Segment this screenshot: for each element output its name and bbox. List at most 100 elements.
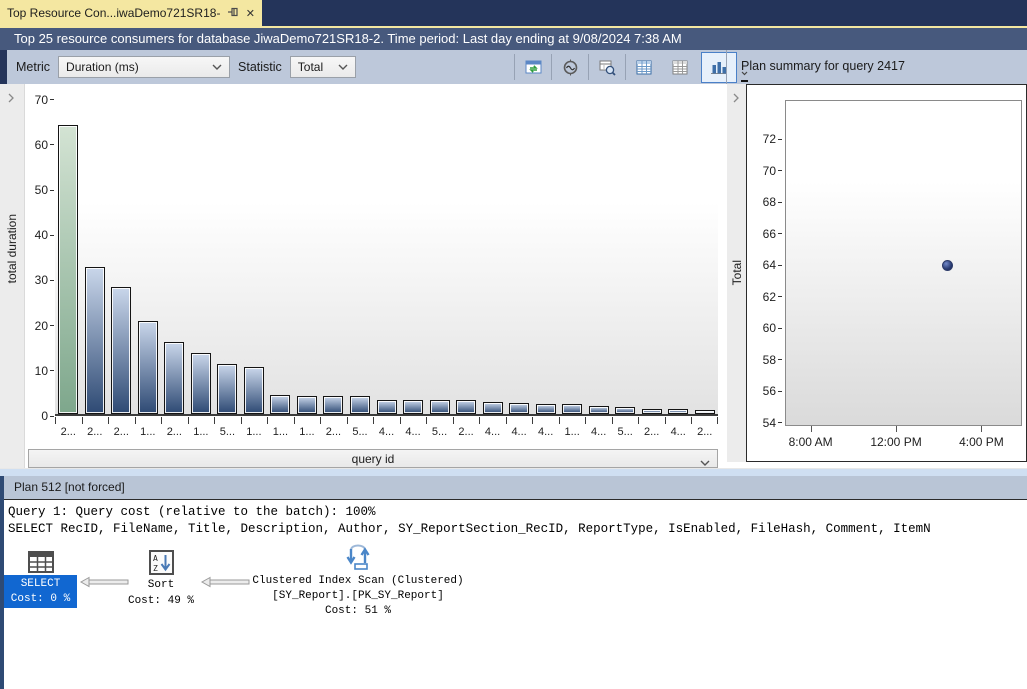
x-category-label: 1...	[140, 426, 156, 438]
plan-summary-plot	[785, 100, 1022, 426]
bar-query[interactable]	[562, 404, 583, 414]
x-tick	[214, 417, 216, 424]
bar-query[interactable]	[403, 400, 424, 414]
execution-plan-diagram: SELECT Cost: 0 % AZ Sort Cost: 49 % Clus…	[0, 540, 1027, 689]
x-tick	[373, 417, 375, 424]
tab-bar: Top Resource Con...iwaDemo721SR18-2] ✕	[0, 0, 1027, 26]
x-category-label: 4...	[591, 426, 607, 438]
x-category-label: 1...	[246, 426, 262, 438]
metric-dropdown[interactable]: Duration (ms)	[58, 56, 231, 78]
bar-selected-query[interactable]	[58, 124, 79, 414]
chevron-down-icon	[330, 64, 348, 71]
bar-query[interactable]	[668, 409, 689, 414]
bar-query[interactable]	[429, 400, 450, 414]
scan-node-label: Clustered Index Scan (Clustered)	[252, 575, 464, 587]
bar-query[interactable]	[243, 367, 264, 414]
query-select-line: SELECT RecID, FileName, Title, Descripti…	[8, 522, 931, 536]
y-tick-label: 20	[35, 318, 54, 334]
x-tick	[134, 417, 136, 424]
bar-query[interactable]	[482, 401, 503, 414]
bar-query[interactable]	[376, 399, 397, 414]
x-category-label: 1...	[193, 426, 209, 438]
bar-query[interactable]	[641, 408, 662, 414]
statistic-dropdown[interactable]: Total	[289, 56, 356, 78]
clustered-index-scan-icon[interactable]	[344, 541, 372, 575]
bar-query[interactable]	[164, 341, 185, 414]
x-tick	[161, 417, 163, 424]
bar-query[interactable]	[270, 394, 291, 414]
bar-query[interactable]	[296, 395, 317, 414]
x-category-label: 4...	[484, 426, 501, 438]
grid-with-values-button[interactable]	[629, 54, 659, 81]
x-tick	[267, 417, 269, 424]
sort-node[interactable]: Sort	[125, 579, 197, 591]
query-store-window: Top Resource Con...iwaDemo721SR18-2] ✕ T…	[0, 0, 1027, 689]
y-tick-label: 62	[747, 289, 782, 305]
x-axis-dropdown[interactable]: query id	[28, 449, 718, 468]
report-header: Top 25 resource consumers for database J…	[0, 28, 1027, 50]
bar-query[interactable]	[456, 400, 477, 414]
bar-query[interactable]	[84, 267, 105, 414]
y-tick-label: 54	[747, 415, 782, 431]
select-node[interactable]: SELECT Cost: 0 %	[4, 575, 77, 608]
bar-query[interactable]	[694, 409, 715, 414]
x-category-label: 5...	[617, 426, 633, 438]
consumers-bar-chart	[55, 88, 718, 416]
toolbar-separator	[551, 54, 552, 80]
x-tick	[346, 417, 348, 424]
bar-query[interactable]	[111, 287, 132, 414]
x-tick	[399, 417, 401, 424]
sort-node-cost: Cost: 49 %	[127, 595, 194, 607]
x-tick	[452, 417, 454, 424]
scan-node[interactable]: Clustered Index Scan (Clustered)	[247, 575, 469, 587]
report-title: Top 25 resource consumers for database J…	[14, 31, 682, 46]
bar-query[interactable]	[615, 406, 636, 414]
refresh-button[interactable]	[518, 54, 548, 81]
view-plan-summary-button[interactable]	[592, 54, 622, 81]
toolbar-separator	[588, 54, 589, 80]
x-category-label: 2...	[697, 426, 713, 438]
right-y-axis-title-wrap: Total	[727, 84, 746, 462]
svg-text:A: A	[153, 554, 158, 563]
x-tick	[810, 426, 812, 432]
metric-label: Metric	[16, 60, 51, 74]
y-tick-label: 64	[747, 257, 782, 273]
x-category-label: 4...	[511, 426, 527, 438]
bar-query[interactable]	[509, 403, 530, 414]
pin-icon[interactable]	[227, 6, 239, 21]
sort-icon[interactable]: AZ	[149, 550, 174, 579]
track-query-icon	[563, 59, 577, 75]
bar-query[interactable]	[137, 321, 158, 414]
x-category-label: 2...	[644, 426, 660, 438]
bar-query[interactable]	[349, 396, 370, 414]
bar-query[interactable]	[323, 395, 344, 414]
grid-icon	[672, 60, 688, 74]
x-category-label: 1...	[564, 426, 580, 438]
toolbar-separator	[625, 54, 626, 80]
grid-button[interactable]	[665, 54, 695, 81]
y-tick-label: 60	[35, 137, 54, 153]
x-category-label: 1...	[272, 426, 289, 438]
query-cost-line: Query 1: Query cost (relative to the bat…	[8, 505, 376, 519]
left-collapse-strip[interactable]: total duration	[0, 84, 25, 468]
x-category-label: 4...	[405, 426, 421, 438]
right-collapse-strip[interactable]: Total	[727, 84, 746, 462]
horizontal-splitter[interactable]	[0, 468, 1027, 476]
result-grid-icon[interactable]	[28, 551, 54, 577]
x-tick	[664, 417, 666, 424]
scan-node-object: [SY_Report].[PK_SY_Report]	[272, 590, 444, 602]
bar-query[interactable]	[588, 405, 609, 414]
chart-view-button[interactable]	[701, 51, 737, 83]
bar-query[interactable]	[190, 352, 211, 414]
track-query-button[interactable]	[555, 54, 585, 81]
close-icon[interactable]: ✕	[246, 7, 255, 20]
left-y-axis: 0 10 20 30 40 50 60 70	[24, 88, 54, 423]
bar-query[interactable]	[217, 364, 238, 414]
x-tick	[981, 426, 983, 432]
x-category-label: 2...	[458, 426, 474, 438]
plan-header-bar: Plan 512 [not forced]	[0, 476, 1027, 500]
document-tab[interactable]: Top Resource Con...iwaDemo721SR18-2] ✕	[0, 0, 262, 26]
window-edge	[0, 50, 7, 84]
bar-query[interactable]	[535, 403, 556, 414]
statistic-value: Total	[297, 60, 324, 74]
